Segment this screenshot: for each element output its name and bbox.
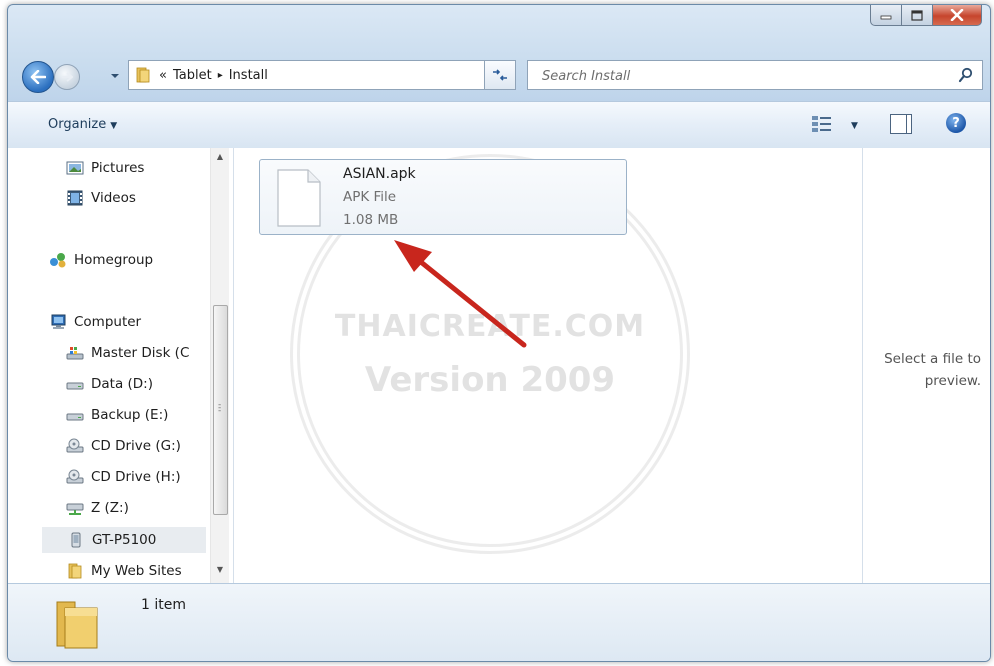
nav-item-label: CD Drive (H:) [91,469,181,485]
drive-icon [66,413,84,421]
nav-item-label: Z (Z:) [91,500,129,516]
folder-icon [136,67,150,83]
nav-item-pictures[interactable]: Pictures [66,157,144,179]
maximize-button[interactable] [902,5,933,26]
search-input[interactable] [540,66,924,86]
help-icon[interactable]: ? [946,113,966,133]
scrollbar-thumb[interactable]: --- [213,305,228,515]
file-name: ASIAN.apk [343,166,416,182]
nav-item-gt-p5100[interactable]: GT-P5100 [42,527,206,553]
breadcrumb-tablet[interactable]: Tablet [173,68,212,83]
nav-item-label: Computer [74,314,142,330]
nav-item-backup-e[interactable]: Backup (E:) [66,404,168,426]
pictures-icon [66,161,84,175]
details-pane: 1 item [8,583,990,661]
nav-item-cd-drive-g[interactable]: CD Drive (G:) [66,435,181,457]
view-options-dropdown[interactable]: ▼ [851,121,858,131]
chevron-down-icon: ▼ [110,121,118,131]
cd-drive-icon [66,469,84,484]
breadcrumb-separator[interactable]: ▸ [218,70,223,81]
cd-drive-icon [66,438,84,453]
caption-buttons [870,5,982,27]
back-arrow-icon [30,70,46,84]
homegroup-icon [50,253,66,268]
explorer-window: « Tablet ▸ Install Organize▼ ▼ ? [7,4,991,662]
forward-arrow-icon [62,72,73,82]
recent-pages-dropdown[interactable] [110,72,120,80]
navigation-pane: Pictures Videos Homegroup Computer Maste… [8,148,234,583]
file-item[interactable]: ASIAN.apk APK File 1.08 MB [259,159,627,235]
scroll-down-icon[interactable]: ▼ [211,565,229,579]
folder-icon [68,563,82,579]
nav-item-label: Backup (E:) [91,407,169,423]
file-size: 1.08 MB [343,212,399,228]
grip-icon: --- [218,400,222,416]
drive-icon [66,382,84,390]
scroll-up-icon[interactable]: ▲ [211,152,229,166]
organize-label: Organize [48,117,107,132]
nav-item-label: Data (D:) [91,376,154,392]
file-type: APK File [343,189,397,205]
nav-item-label: Master Disk (C [91,345,190,361]
back-button[interactable] [22,61,54,93]
watermark-site: THAICREATE.COM [334,308,646,344]
preview-message-line1: Select a file to [884,351,981,367]
search-box[interactable] [527,60,983,90]
nav-item-label: My Web Sites [91,563,182,579]
watermark-version: Version 2009 [364,359,616,400]
address-bar[interactable]: « Tablet ▸ Install [128,60,514,90]
nav-item-label: Homegroup [74,252,154,268]
nav-item-cd-drive-h[interactable]: CD Drive (H:) [66,466,181,488]
breadcrumb-install[interactable]: Install [229,68,268,83]
nav-item-videos[interactable]: Videos [66,187,136,209]
nav-scrollbar[interactable]: ▲ --- ▼ [210,148,229,583]
nav-item-label: CD Drive (G:) [91,438,181,454]
nav-item-z-drive[interactable]: Z (Z:) [66,497,129,519]
folder-icon [56,601,98,649]
minimize-icon [880,15,892,20]
nav-item-homegroup[interactable]: Homegroup [49,249,153,271]
file-list[interactable]: THAICREATE.COM Version 2009 ASIAN.apk AP… [234,148,862,583]
computer-icon [51,314,66,329]
search-icon[interactable] [958,67,974,83]
minimize-button[interactable] [870,5,902,26]
organize-menu[interactable]: Organize ▼ [48,117,117,132]
nav-item-label: Videos [91,190,136,206]
network-drive-icon [66,503,84,515]
maximize-icon [911,9,923,21]
nav-item-data-d[interactable]: Data (D:) [66,373,153,395]
device-icon [71,532,81,548]
nav-item-label: Pictures [91,160,145,176]
close-button[interactable] [933,5,982,26]
nav-item-computer[interactable]: Computer [49,311,141,333]
preview-pane-toggle[interactable] [890,114,912,134]
nav-item-my-web-sites[interactable]: My Web Sites [66,560,182,582]
breadcrumb-overflow[interactable]: « [159,68,167,83]
command-bar: Organize ▼ ▼ ? [8,101,990,149]
content-area: Pictures Videos Homegroup Computer Maste… [8,148,990,583]
refresh-button[interactable] [484,60,516,90]
preview-message: Select a file to preview. [863,348,981,392]
address-row: « Tablet ▸ Install [8,55,990,95]
close-icon [950,9,964,21]
file-icon [277,169,321,227]
nav-item-master-disk[interactable]: Master Disk (C [66,342,189,364]
system-drive-icon [66,347,84,360]
annotation-arrow-icon [394,240,527,348]
videos-icon [67,190,83,206]
preview-pane: Select a file to preview. [862,148,990,583]
item-count: 1 item [141,597,186,613]
nav-item-label: GT-P5100 [92,532,157,548]
refresh-icon [493,69,507,81]
change-view-icon[interactable] [811,114,833,134]
forward-button[interactable] [54,64,80,90]
preview-message-line2: preview. [924,373,981,389]
